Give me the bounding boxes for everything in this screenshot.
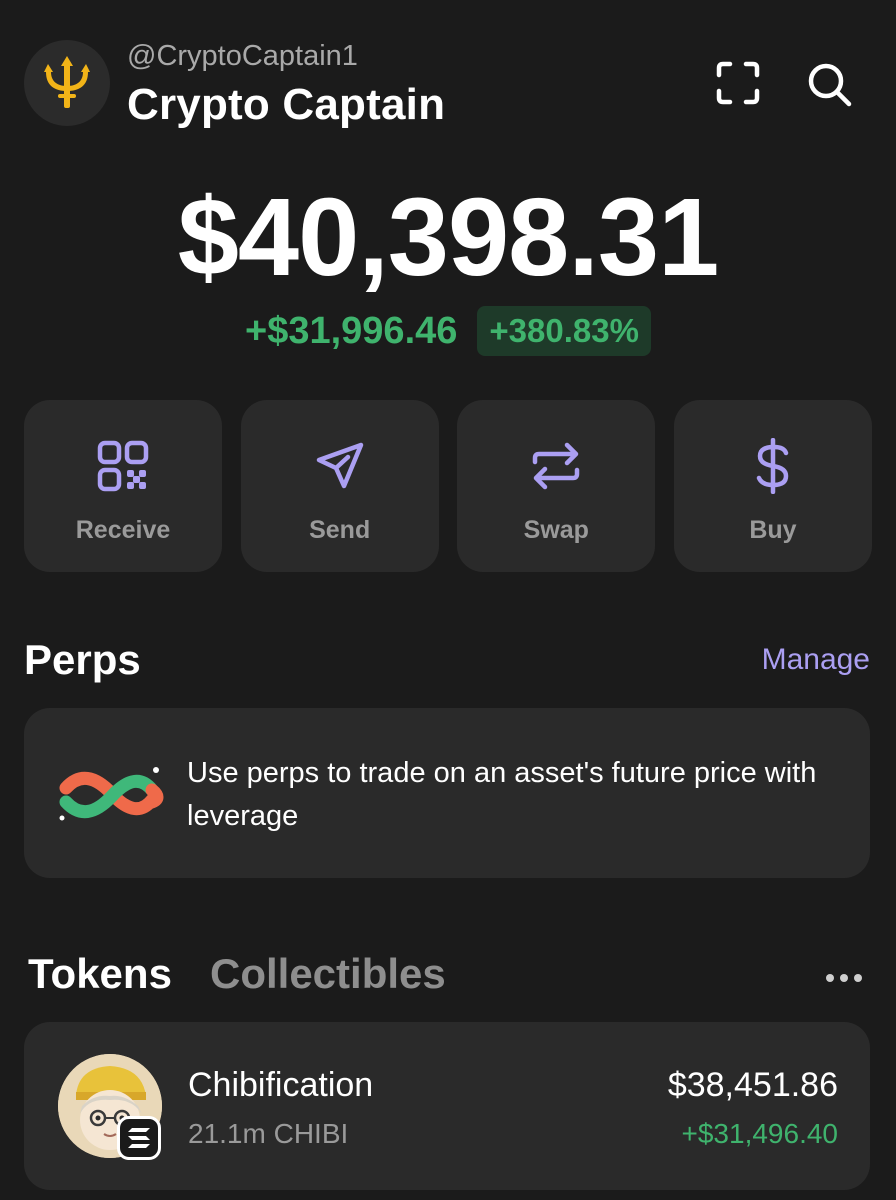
send-icon <box>312 438 368 494</box>
more-options-button[interactable] <box>822 956 866 1000</box>
qr-code-icon <box>95 438 151 494</box>
receive-label: Receive <box>75 516 171 544</box>
token-name: Chibification <box>188 1066 374 1104</box>
asset-tabs: Tokens Collectibles <box>28 950 872 1010</box>
swap-icon <box>528 438 584 494</box>
account-avatar[interactable] <box>24 40 110 126</box>
token-quantity: 21.1m CHIBI <box>188 1118 349 1149</box>
perps-infinity-icon <box>56 758 168 832</box>
perps-promo-card[interactable]: Use perps to trade on an asset's future … <box>24 708 870 878</box>
wallet-header: @CryptoCaptain1 Crypto Captain <box>0 0 896 160</box>
scan-icon <box>716 61 760 105</box>
trident-icon <box>44 56 90 108</box>
swap-button[interactable]: Swap <box>457 400 656 572</box>
tab-collectibles[interactable]: Collectibles <box>210 950 446 998</box>
portfolio-change-amount: +$31,996.46 <box>245 309 458 352</box>
account-handle[interactable]: @CryptoCaptain1 <box>127 40 358 73</box>
portfolio-change-percent-badge: +380.83% <box>477 306 651 356</box>
buy-button[interactable]: Buy <box>673 400 872 572</box>
perps-description: Use perps to trade on an asset's future … <box>187 757 817 832</box>
portfolio-change: +$31,996.46 +380.83% <box>0 304 896 358</box>
dollar-icon <box>745 438 801 494</box>
solana-icon <box>117 1116 161 1160</box>
token-value: $38,451.86 <box>667 1066 838 1104</box>
send-button[interactable]: Send <box>240 400 439 572</box>
quick-actions: Receive Send Swap Buy <box>24 400 872 572</box>
swap-label: Swap <box>523 516 589 544</box>
portfolio-balance: $40,398.31 <box>177 176 720 299</box>
receive-button[interactable]: Receive <box>24 400 222 572</box>
account-name[interactable]: Crypto Captain <box>127 80 445 130</box>
manage-link[interactable]: Manage <box>762 643 870 677</box>
send-label: Send <box>309 516 371 544</box>
token-change: +$31,496.40 <box>681 1118 839 1149</box>
perps-section-title: Perps <box>24 636 141 683</box>
more-icon <box>826 974 862 982</box>
buy-label: Buy <box>749 516 797 544</box>
scan-button[interactable] <box>713 58 763 108</box>
tab-tokens[interactable]: Tokens <box>28 950 172 998</box>
token-row[interactable]: Chibification 21.1m CHIBI $38,451.86 +$3… <box>24 1022 870 1190</box>
search-icon <box>808 63 852 107</box>
search-button[interactable] <box>803 58 855 110</box>
